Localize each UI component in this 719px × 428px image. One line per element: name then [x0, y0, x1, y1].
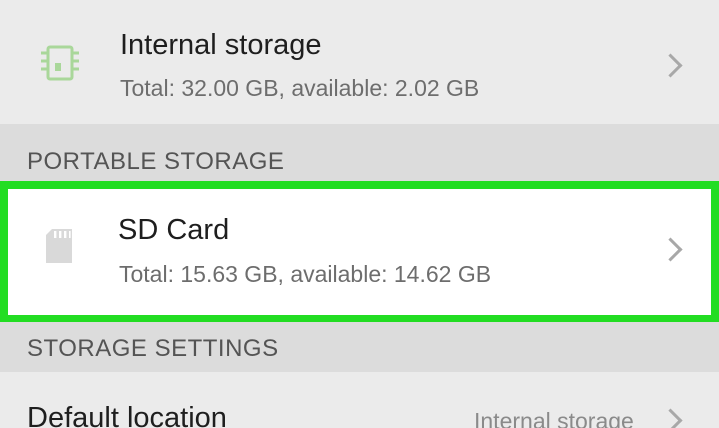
chevron-right-icon: [658, 53, 683, 78]
chevron-right-icon: [658, 408, 683, 428]
sd-card-title: SD Card: [118, 214, 230, 246]
default-location-value: Internal storage: [474, 408, 634, 428]
default-location-title: Default location: [27, 402, 227, 428]
chip-icon: [38, 43, 82, 88]
default-location-row[interactable]: Default location Internal storage: [0, 372, 719, 428]
sd-card-row[interactable]: SD Card Total: 15.63 GB, available: 14.6…: [0, 181, 719, 323]
internal-storage-row[interactable]: Internal storage Total: 32.00 GB, availa…: [0, 0, 719, 124]
storage-settings-header: STORAGE SETTINGS: [27, 335, 279, 362]
internal-storage-title: Internal storage: [120, 29, 322, 61]
internal-storage-subtitle: Total: 32.00 GB, available: 2.02 GB: [120, 75, 480, 101]
storage-settings-screen: Internal storage Total: 32.00 GB, availa…: [0, 0, 719, 428]
portable-storage-header: PORTABLE STORAGE: [27, 148, 285, 175]
sd-card-subtitle: Total: 15.63 GB, available: 14.62 GB: [119, 261, 492, 287]
sd-card-icon: [44, 227, 74, 270]
chevron-right-icon: [658, 237, 683, 262]
